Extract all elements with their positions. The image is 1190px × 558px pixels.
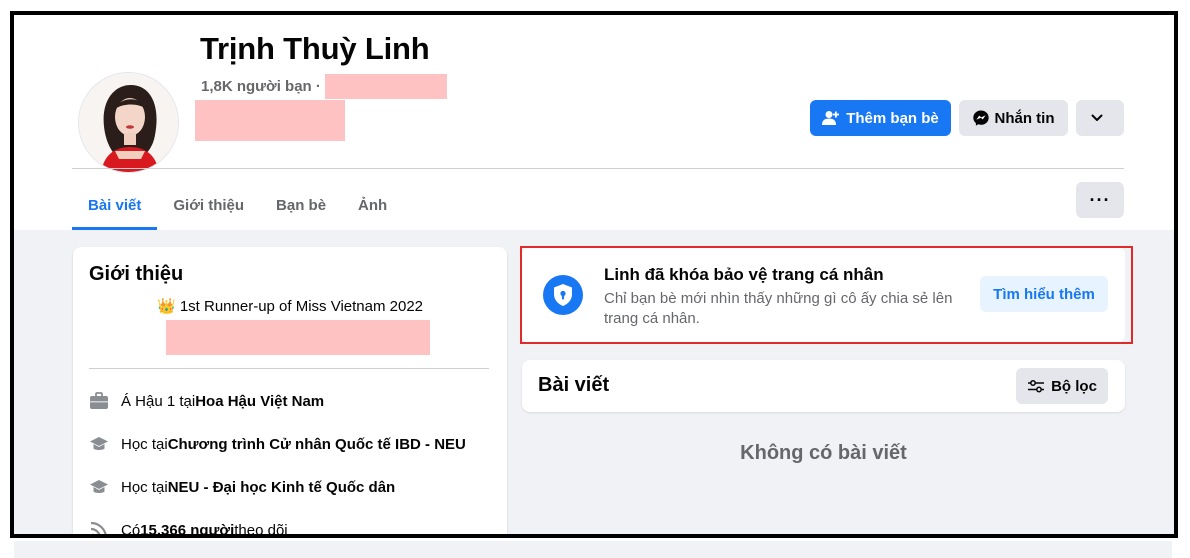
browser-frame: Trịnh Thuỳ Linh 1,8K người bạn · Thêm bạ… (10, 11, 1178, 538)
intro-item-prefix: Á Hậu 1 tại (121, 392, 196, 410)
profile-tabs: Bài viết Giới thiệu Bạn bè Ảnh (72, 181, 403, 230)
briefcase-icon (89, 391, 109, 411)
friends-count-row: 1,8K người bạn · (201, 74, 447, 99)
highlight-outline (520, 246, 1133, 344)
filter-sliders-icon (1028, 380, 1045, 393)
avatar[interactable] (78, 72, 179, 173)
no-posts-message: Không có bài viết (740, 442, 907, 464)
intro-item-education: Học tại NEU - Đại học Kinh tế Quốc dân (89, 477, 395, 497)
tab-photos[interactable]: Ảnh (342, 181, 403, 230)
profile-header: Trịnh Thuỳ Linh 1,8K người bạn · Thêm bạ… (14, 15, 1174, 230)
intro-item-education: Học tại Chương trình Cử nhân Quốc tế IBD… (89, 434, 466, 454)
intro-title: Giới thiệu (89, 263, 184, 285)
header-divider (72, 168, 1124, 169)
intro-card: Giới thiệu 👑 1st Runner-up of Miss Vietn… (73, 247, 507, 538)
page-background-strip (14, 541, 1172, 558)
tab-about[interactable]: Giới thiệu (157, 181, 260, 230)
intro-item-work: Á Hậu 1 tại Hoa Hậu Việt Nam (89, 391, 324, 411)
intro-bio-text: 1st Runner-up of Miss Vietnam 2022 (179, 298, 424, 315)
intro-item-link[interactable]: NEU - Đại học Kinh tế Quốc dân (168, 479, 396, 496)
more-options-button[interactable] (1076, 100, 1124, 136)
profile-name: Trịnh Thuỳ Linh (200, 31, 430, 66)
redaction-box (166, 320, 430, 355)
redaction-box (195, 100, 345, 141)
intro-item-prefix: Học tại (121, 435, 168, 453)
intro-item-suffix: theo dõi (234, 521, 288, 538)
intro-item-link[interactable]: 15.366 người (140, 522, 234, 535)
posts-title: Bài viết (538, 374, 610, 396)
avatar-photo (79, 73, 178, 172)
graduation-cap-icon (89, 434, 109, 454)
crown-icon: 👑 (156, 298, 176, 315)
add-person-icon (822, 111, 840, 125)
intro-item-prefix: Có (121, 521, 141, 538)
message-label: Nhắn tin (994, 109, 1055, 127)
tabs-more-button[interactable]: ··· (1076, 182, 1124, 218)
add-friend-label: Thêm bạn bè (846, 109, 939, 127)
messenger-icon (972, 110, 989, 126)
rss-icon (89, 520, 109, 534)
intro-divider (89, 368, 489, 369)
intro-item-link[interactable]: Chương trình Cử nhân Quốc tế IBD - NEU (168, 436, 466, 453)
message-button[interactable]: Nhắn tin (959, 100, 1068, 136)
filter-label: Bộ lọc (1051, 377, 1097, 395)
intro-bio: 👑 1st Runner-up of Miss Vietnam 2022 (73, 297, 507, 315)
tab-posts[interactable]: Bài viết (72, 181, 158, 230)
intro-item-followers: Có 15.366 người theo dõi (89, 520, 288, 538)
tab-friends[interactable]: Bạn bè (260, 181, 342, 230)
redaction-box (324, 74, 447, 99)
intro-item-prefix: Học tại (121, 478, 168, 496)
more-dots-icon: ··· (1089, 189, 1111, 210)
intro-item-link[interactable]: Hoa Hậu Việt Nam (195, 393, 324, 410)
posts-header-card: Bài viết Bộ lọc (522, 360, 1125, 412)
friends-count[interactable]: 1,8K người bạn · (201, 78, 321, 95)
graduation-cap-icon (89, 477, 109, 497)
filter-button[interactable]: Bộ lọc (1016, 368, 1108, 404)
add-friend-button[interactable]: Thêm bạn bè (810, 100, 951, 136)
chevron-down-icon (1091, 114, 1103, 121)
